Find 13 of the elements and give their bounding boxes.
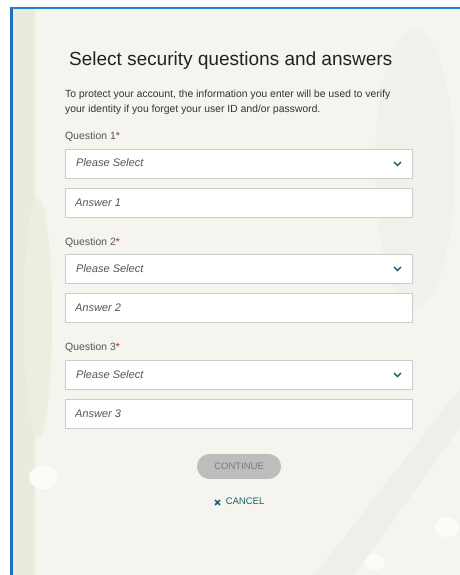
question-label: Question 1*	[65, 128, 120, 144]
question-select[interactable]: Please Select	[65, 148, 413, 179]
question-select[interactable]: Please Select	[65, 360, 413, 390]
question-label: Question 2*	[65, 234, 120, 250]
close-icon	[214, 498, 221, 506]
question-label: Question 3*	[65, 340, 120, 356]
chevron-down-icon	[393, 372, 402, 378]
chevron-down-icon	[393, 160, 402, 167]
chevron-down-icon	[393, 266, 402, 272]
cancel-link[interactable]: CANCEL	[214, 495, 264, 510]
intro-text: To protect your account, the information you enter will be used to verify your identity if you forget your user ID and/or password.	[65, 88, 392, 117]
page-title: Select security questions and answers	[69, 49, 394, 72]
question-select[interactable]: Please Select	[65, 254, 413, 284]
